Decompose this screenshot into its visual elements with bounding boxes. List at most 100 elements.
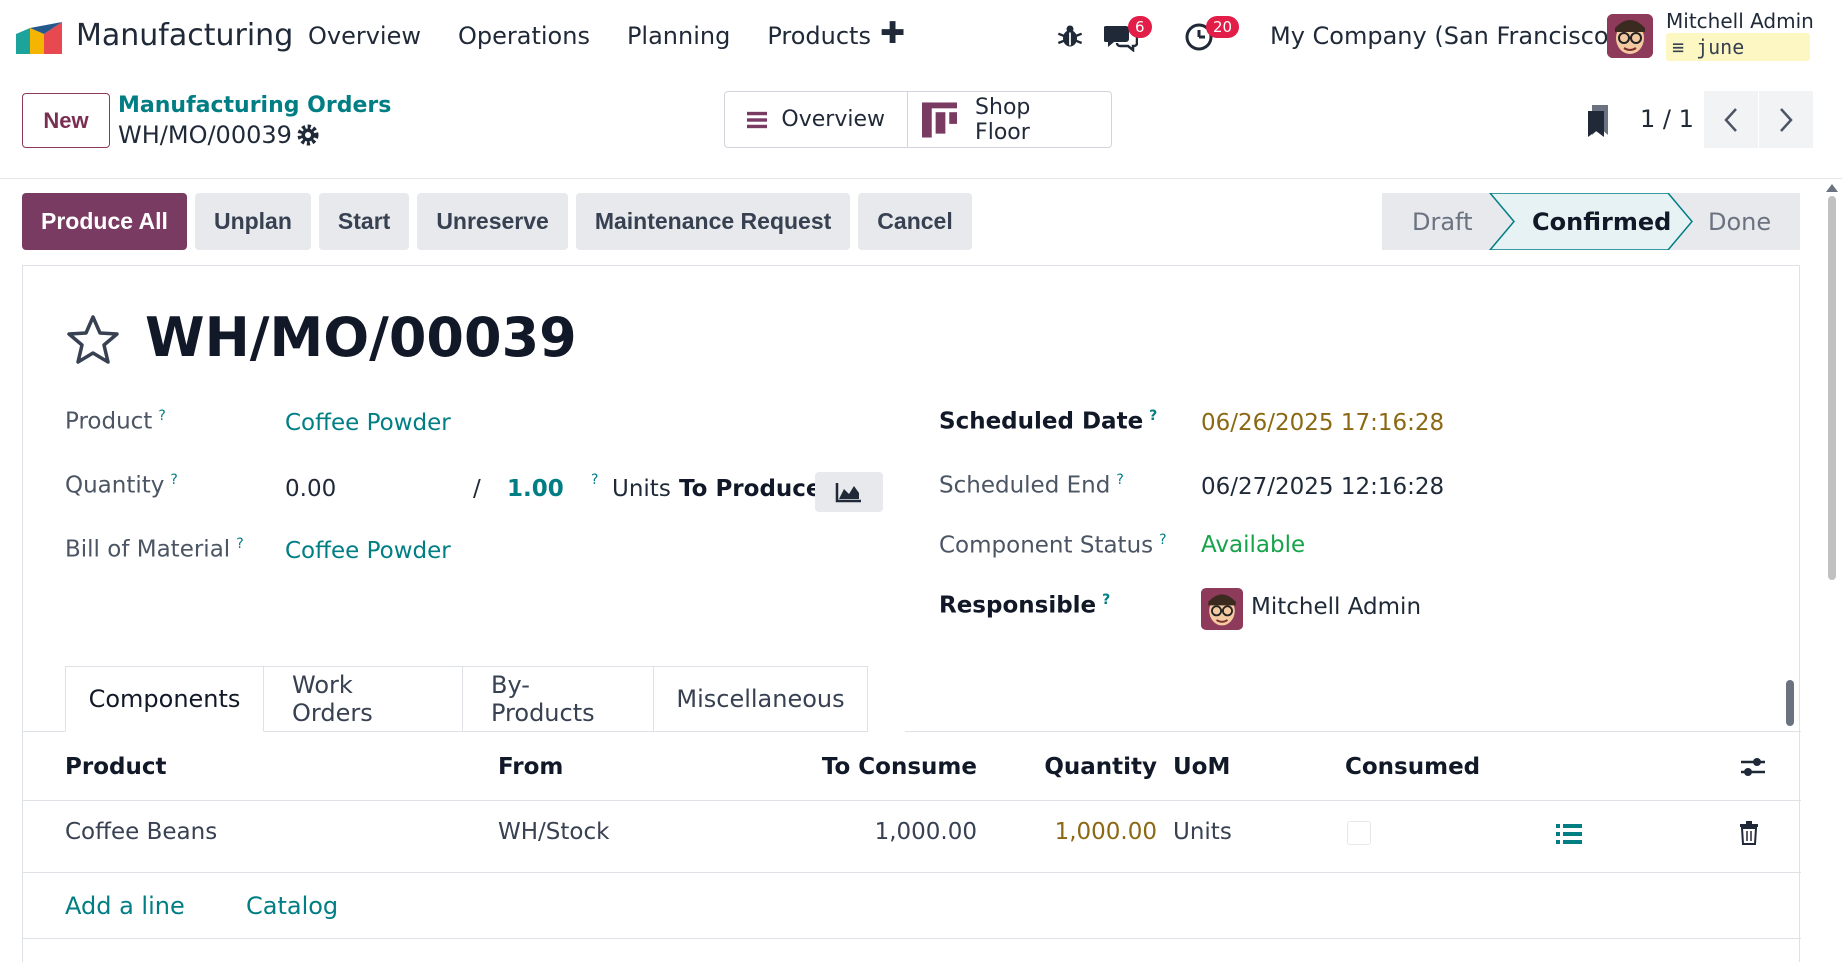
tab-components[interactable]: Components [65,666,264,732]
bom-field[interactable]: Coffee Powder [285,538,451,564]
component-status-help-icon[interactable]: ? [1159,532,1166,548]
pager-previous-button[interactable] [1704,91,1758,148]
responsible-field[interactable]: Mitchell Admin [1251,594,1421,620]
form-sheet: WH/MO/00039 Product? Coffee Powder Quant… [22,265,1801,962]
chevron-right-icon [1780,107,1793,132]
top-navbar: Manufacturing Overview Operations Planni… [0,0,1842,73]
cancel-button[interactable]: Cancel [858,193,972,250]
table-scrollbar-thumb[interactable] [1786,680,1794,726]
catalog-link[interactable]: Catalog [246,892,338,920]
row-from[interactable]: WH/Stock [498,819,609,845]
tab-work-orders[interactable]: Work Orders [264,666,463,732]
quantity-total-help-icon[interactable]: ? [591,472,598,488]
product-label-text: Product [65,408,153,435]
new-button[interactable]: New [22,93,110,148]
main-menu: Overview Operations Planning Products [308,22,908,50]
company-switcher[interactable]: My Company (San Francisco) [1270,22,1618,50]
scroll-up-arrow[interactable] [1826,184,1838,192]
trash-icon[interactable] [1739,821,1759,845]
col-product[interactable]: Product [65,754,166,780]
responsible-avatar [1201,588,1243,630]
unreserve-button[interactable]: Unreserve [417,193,568,250]
pager-value[interactable]: 1 / 1 [1640,105,1694,133]
row-uom[interactable]: Units [1173,819,1232,845]
responsible-help-icon[interactable]: ? [1102,592,1110,608]
footer-divider [23,938,1801,939]
forecast-button[interactable] [815,472,883,512]
start-button[interactable]: Start [318,193,410,250]
quantity-total-field[interactable]: 1.00 [507,476,564,502]
menu-operations[interactable]: Operations [458,22,590,50]
user-avatar-image [1607,14,1653,58]
breadcrumb-parent[interactable]: Manufacturing Orders [118,93,391,118]
app-name[interactable]: Manufacturing [76,18,293,53]
menu-overview[interactable]: Overview [308,22,421,50]
database-name: june [1696,35,1745,59]
column-settings-icon[interactable] [1739,754,1767,780]
bom-label-text: Bill of Material [65,536,231,563]
row-quantity[interactable]: 1,000.00 [1003,819,1157,845]
product-field[interactable]: Coffee Powder [285,410,451,436]
stage-draft[interactable]: Draft [1412,193,1473,250]
star-icon[interactable] [65,314,121,366]
responsible-label: Responsible? [939,592,1110,619]
user-avatar[interactable] [1607,14,1653,58]
col-to-consume[interactable]: To Consume [817,754,977,780]
breadcrumb-current: WH/MO/00039 [118,121,292,149]
tab-miscellaneous[interactable]: Miscellaneous [654,666,868,732]
scheduled-end-help-icon[interactable]: ? [1116,472,1123,488]
user-name[interactable]: Mitchell Admin [1666,9,1814,33]
status-bar: Draft Confirmed Done [1382,193,1800,250]
page-scrollbar-thumb[interactable] [1828,196,1836,580]
row-to-consume[interactable]: 1,000.00 [817,819,977,845]
shop-floor-view-button[interactable]: Shop Floor [907,92,1111,147]
messages-badge: 6 [1128,16,1152,38]
shop-floor-view-label: Shop Floor [975,94,1031,145]
quantity-label: Quantity? [65,472,178,499]
stage-done[interactable]: Done [1708,193,1771,250]
detailed-operations-icon[interactable] [1556,823,1582,845]
scheduled-date-help-icon[interactable]: ? [1149,408,1157,424]
quantity-help-icon[interactable]: ? [170,472,177,488]
pager-next-button[interactable] [1759,91,1813,148]
bom-help-icon[interactable]: ? [236,536,243,552]
row-consumed-checkbox[interactable] [1347,821,1371,845]
plus-icon[interactable]: ✚ [880,16,905,51]
produce-all-button[interactable]: Produce All [22,193,187,250]
overview-view-button[interactable]: Overview [725,92,907,147]
bookmark-icon[interactable] [1586,103,1612,139]
menu-products[interactable]: Products [767,22,871,50]
bom-label: Bill of Material? [65,536,244,563]
scheduled-end-field[interactable]: 06/27/2025 12:16:28 [1201,474,1444,500]
manufacturing-app-icon[interactable] [16,20,62,54]
add-line-link[interactable]: Add a line [65,892,185,920]
to-produce-label: To Produce [679,476,822,502]
col-uom[interactable]: UoM [1173,754,1230,780]
menu-planning[interactable]: Planning [627,22,730,50]
tab-by-products[interactable]: By-Products [463,666,654,732]
shop-floor-icon [922,101,958,138]
col-from[interactable]: From [498,754,563,780]
scheduled-end-label: Scheduled End? [939,472,1124,499]
responsible-avatar-image [1201,588,1243,630]
scheduled-date-label-text: Scheduled Date [939,408,1144,435]
activities-badge: 20 [1206,16,1240,38]
stage-confirmed[interactable]: Confirmed [1532,193,1671,250]
area-chart-icon [835,483,861,503]
col-quantity[interactable]: Quantity [1003,754,1157,780]
record-title[interactable]: WH/MO/00039 [145,306,577,369]
unplan-button[interactable]: Unplan [194,193,311,250]
quantity-produced-field[interactable]: 0.00 [285,476,336,502]
component-status-value: Available [1201,532,1306,558]
maintenance-request-button[interactable]: Maintenance Request [575,193,851,250]
product-help-icon[interactable]: ? [158,408,165,424]
col-consumed[interactable]: Consumed [1345,754,1480,780]
responsible-label-text: Responsible [939,592,1097,619]
bug-icon[interactable] [1056,22,1084,50]
menu-lines-icon [747,111,768,128]
gear-icon[interactable] [296,123,320,147]
row-product[interactable]: Coffee Beans [65,819,217,845]
quantity-unit: Units [612,476,671,502]
scheduled-date-field[interactable]: 06/26/2025 17:16:28 [1201,410,1444,436]
scheduled-end-label-text: Scheduled End [939,472,1111,499]
